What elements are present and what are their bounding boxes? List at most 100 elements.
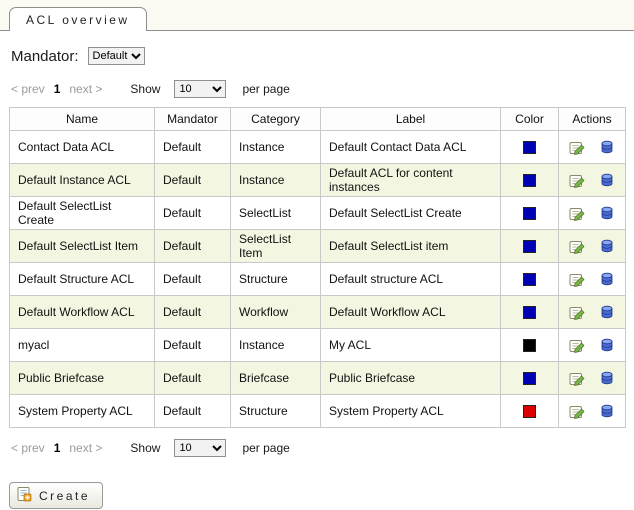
table-row: Default SelectList Item Default SelectLi…	[10, 230, 626, 263]
page-size-select[interactable]: 10	[174, 80, 226, 98]
acl-table-body: Contact Data ACL Default Instance Defaul…	[10, 131, 626, 428]
mandator-select[interactable]: Default	[88, 47, 145, 65]
table-row: Public Briefcase Default Briefcase Publi…	[10, 362, 626, 395]
create-button[interactable]: Create	[9, 482, 103, 509]
cell-mandator: Default	[155, 329, 231, 362]
cell-name: System Property ACL	[10, 395, 155, 428]
page-size-select[interactable]: 10	[174, 439, 226, 457]
col-header-actions: Actions	[559, 108, 626, 131]
delete-icon[interactable]	[599, 370, 615, 386]
show-label: Show	[130, 82, 160, 96]
cell-color	[501, 329, 559, 362]
delete-icon[interactable]	[599, 403, 615, 419]
edit-icon[interactable]	[569, 139, 585, 155]
cell-actions	[559, 197, 626, 230]
col-header-label: Label	[321, 108, 501, 131]
cell-category: Structure	[231, 263, 321, 296]
color-swatch	[523, 405, 536, 418]
cell-category: Workflow	[231, 296, 321, 329]
cell-label: Default Workflow ACL	[321, 296, 501, 329]
edit-icon[interactable]	[569, 337, 585, 353]
cell-label: Default SelectList item	[321, 230, 501, 263]
next-link[interactable]: next >	[69, 82, 102, 96]
next-link[interactable]: next >	[69, 441, 102, 455]
color-swatch	[523, 174, 536, 187]
cell-name: Default Structure ACL	[10, 263, 155, 296]
col-header-color: Color	[501, 108, 559, 131]
table-row: myacl Default Instance My ACL	[10, 329, 626, 362]
cell-color	[501, 131, 559, 164]
cell-category: Briefcase	[231, 362, 321, 395]
page-number[interactable]: 1	[54, 82, 61, 96]
cell-label: Default structure ACL	[321, 263, 501, 296]
edit-icon[interactable]	[569, 403, 585, 419]
table-header-row: Name Mandator Category Label Color Actio…	[10, 108, 626, 131]
cell-actions	[559, 329, 626, 362]
edit-icon[interactable]	[569, 370, 585, 386]
prev-link[interactable]: < prev	[11, 82, 45, 96]
mandator-row: Mandator: Default	[11, 47, 625, 65]
cell-category: SelectList	[231, 197, 321, 230]
cell-category: Structure	[231, 395, 321, 428]
edit-icon[interactable]	[569, 172, 585, 188]
edit-icon[interactable]	[569, 271, 585, 287]
cell-name: Default SelectList Create	[10, 197, 155, 230]
pagination-bottom: < prev 1 next > Show 10 per page	[11, 438, 625, 458]
cell-label: System Property ACL	[321, 395, 501, 428]
cell-category: Instance	[231, 131, 321, 164]
cell-mandator: Default	[155, 362, 231, 395]
table-row: System Property ACL Default Structure Sy…	[10, 395, 626, 428]
delete-icon[interactable]	[599, 139, 615, 155]
table-row: Contact Data ACL Default Instance Defaul…	[10, 131, 626, 164]
cell-color	[501, 197, 559, 230]
cell-mandator: Default	[155, 263, 231, 296]
delete-icon[interactable]	[599, 271, 615, 287]
prev-link[interactable]: < prev	[11, 441, 45, 455]
cell-actions	[559, 296, 626, 329]
table-row: Default Structure ACL Default Structure …	[10, 263, 626, 296]
page-number[interactable]: 1	[54, 441, 61, 455]
color-swatch	[523, 273, 536, 286]
edit-icon[interactable]	[569, 205, 585, 221]
cell-mandator: Default	[155, 395, 231, 428]
delete-icon[interactable]	[599, 205, 615, 221]
col-header-category: Category	[231, 108, 321, 131]
color-swatch	[523, 372, 536, 385]
delete-icon[interactable]	[599, 172, 615, 188]
cell-mandator: Default	[155, 230, 231, 263]
col-header-mandator: Mandator	[155, 108, 231, 131]
cell-label: My ACL	[321, 329, 501, 362]
edit-icon[interactable]	[569, 304, 585, 320]
per-page-label: per page	[242, 82, 289, 96]
cell-name: Contact Data ACL	[10, 131, 155, 164]
color-swatch	[523, 339, 536, 352]
acl-table: Name Mandator Category Label Color Actio…	[9, 107, 626, 428]
create-icon	[16, 486, 32, 505]
delete-icon[interactable]	[599, 337, 615, 353]
main-content: Mandator: Default < prev 1 next > Show 1…	[0, 47, 634, 509]
cell-actions	[559, 362, 626, 395]
tab-acl-overview[interactable]: ACL overview	[9, 7, 147, 31]
edit-icon[interactable]	[569, 238, 585, 254]
delete-icon[interactable]	[599, 238, 615, 254]
cell-label: Public Briefcase	[321, 362, 501, 395]
cell-actions	[559, 164, 626, 197]
cell-label: Default Contact Data ACL	[321, 131, 501, 164]
tab-bar: ACL overview	[0, 0, 634, 31]
cell-mandator: Default	[155, 197, 231, 230]
cell-mandator: Default	[155, 296, 231, 329]
cell-label: Default ACL for content instances	[321, 164, 501, 197]
table-row: Default SelectList Create Default Select…	[10, 197, 626, 230]
color-swatch	[523, 207, 536, 220]
cell-mandator: Default	[155, 164, 231, 197]
cell-label: Default SelectList Create	[321, 197, 501, 230]
tab-label: ACL overview	[26, 13, 130, 27]
cell-name: myacl	[10, 329, 155, 362]
cell-category: SelectList Item	[231, 230, 321, 263]
delete-icon[interactable]	[599, 304, 615, 320]
cell-actions	[559, 263, 626, 296]
cell-actions	[559, 131, 626, 164]
per-page-label: per page	[242, 441, 289, 455]
col-header-name: Name	[10, 108, 155, 131]
color-swatch	[523, 306, 536, 319]
